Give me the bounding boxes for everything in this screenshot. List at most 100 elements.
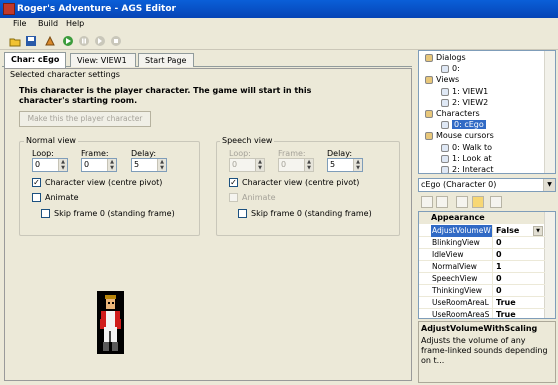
- speech-skip-frame-checkbox[interactable]: [238, 209, 247, 218]
- tree-item[interactable]: 0: cEgo: [452, 120, 486, 130]
- property-description-text: Adjusts the volume of any frame-linked s…: [421, 336, 548, 365]
- player-character-text: This character is the player character. …: [19, 86, 312, 105]
- tree-item[interactable]: Characters: [436, 109, 480, 118]
- spin-arrows-icon[interactable]: ▲ ▼: [304, 159, 313, 171]
- tree-item[interactable]: 0:: [452, 64, 460, 73]
- speech-delay-input[interactable]: 5 ▲ ▼: [327, 158, 363, 172]
- tree-item[interactable]: 2: VIEW2: [452, 98, 488, 107]
- chevron-down-icon[interactable]: ▼: [543, 179, 555, 191]
- property-value[interactable]: 0: [494, 273, 544, 285]
- spin-arrows-icon[interactable]: ▲ ▼: [107, 159, 116, 171]
- property-row[interactable]: AdjustVolumeW False ▼: [419, 225, 545, 237]
- properties-icon[interactable]: [456, 196, 468, 208]
- property-row[interactable]: IdleView 0: [419, 249, 545, 261]
- property-grid: Appearance AdjustVolumeW False ▼ BlinkingVi…: [418, 211, 556, 319]
- property-value[interactable]: 0: [494, 285, 544, 297]
- menu-bar: File Build Help: [0, 18, 558, 32]
- make-player-button[interactable]: Make this the player character: [19, 111, 151, 127]
- normal-loop-label: Loop:: [32, 149, 54, 158]
- characters-icon: [425, 110, 433, 118]
- build-icon[interactable]: [44, 35, 56, 47]
- property-value[interactable]: True: [494, 297, 544, 309]
- property-row[interactable]: NormalView 1: [419, 261, 545, 273]
- property-value[interactable]: True: [494, 309, 544, 318]
- cursor-item-icon: [441, 154, 449, 163]
- pause-icon[interactable]: [78, 35, 90, 47]
- tree-item[interactable]: 0: Walk to: [452, 143, 492, 152]
- stop-icon[interactable]: [110, 35, 122, 47]
- normal-skip-frame-label: Skip frame 0 (standing frame): [54, 209, 175, 218]
- object-selector-combo[interactable]: cEgo (Character 0) ▼: [418, 178, 556, 192]
- speech-animate-checkbox[interactable]: [229, 193, 238, 202]
- speech-view-legend: Speech view: [220, 136, 275, 145]
- property-name: UseRoomAreaL: [431, 297, 493, 309]
- normal-character-view-checkbox[interactable]: ✓: [32, 178, 41, 187]
- spin-arrows-icon[interactable]: ▲ ▼: [353, 159, 362, 171]
- save-icon[interactable]: [25, 35, 37, 47]
- window-title: Roger's Adventure - AGS Editor: [17, 4, 176, 14]
- tree-item[interactable]: 2: Interact: [452, 165, 494, 173]
- character-sprite-preview: [97, 291, 124, 354]
- app-icon: [3, 3, 15, 15]
- tree-item[interactable]: Views: [436, 75, 459, 84]
- cursor-icon: [425, 132, 433, 141]
- property-grid-scrollbar[interactable]: [544, 212, 555, 318]
- categorized-view-icon[interactable]: [421, 196, 433, 208]
- speech-loop-label: Loop:: [229, 149, 251, 158]
- normal-loop-input[interactable]: 0 ▲ ▼: [32, 158, 68, 172]
- category-appearance[interactable]: Appearance: [419, 212, 555, 224]
- normal-skip-frame-checkbox[interactable]: [41, 209, 50, 218]
- project-tree: Dialogs 0: Views 1: VIEW1 2: VIEW2 Characters…: [418, 50, 556, 174]
- property-row[interactable]: SpeechView 0: [419, 273, 545, 285]
- spin-arrows-icon[interactable]: ▲ ▼: [255, 159, 264, 171]
- property-name: UseRoomAreaS: [431, 309, 493, 318]
- speech-loop-input[interactable]: 0 ▲ ▼: [229, 158, 265, 172]
- normal-frame-label: Frame:: [81, 149, 109, 158]
- tree-item[interactable]: Dialogs: [436, 53, 466, 62]
- property-row[interactable]: UseRoomAreaL True: [419, 297, 545, 309]
- normal-animate-checkbox[interactable]: [32, 193, 41, 202]
- open-icon[interactable]: [9, 35, 21, 47]
- normal-delay-input[interactable]: 5 ▲ ▼: [131, 158, 167, 172]
- tree-item[interactable]: 1: VIEW1: [452, 87, 488, 96]
- speech-skip-frame-label: Skip frame 0 (standing frame): [251, 209, 372, 218]
- property-row[interactable]: UseRoomAreaS True: [419, 309, 545, 318]
- menu-build[interactable]: Build: [38, 19, 58, 28]
- tree-scrollbar[interactable]: [544, 51, 555, 173]
- tree-item[interactable]: Mouse cursors: [436, 131, 494, 140]
- alphabetical-sort-icon[interactable]: [436, 196, 448, 208]
- property-value[interactable]: 0: [494, 249, 544, 261]
- property-value[interactable]: 1: [494, 261, 544, 273]
- menu-file[interactable]: File: [13, 19, 26, 28]
- normal-view-legend: Normal view: [24, 136, 78, 145]
- speech-frame-input[interactable]: 0 ▲ ▼: [278, 158, 314, 172]
- spin-arrows-icon[interactable]: ▲ ▼: [157, 159, 166, 171]
- property-row[interactable]: ThinkingView 0: [419, 285, 545, 297]
- normal-frame-input[interactable]: 0 ▲ ▼: [81, 158, 117, 172]
- spin-arrows-icon[interactable]: ▲ ▼: [58, 159, 67, 171]
- run-icon[interactable]: [62, 35, 74, 47]
- normal-character-view-label: Character view (centre pivot): [45, 178, 163, 187]
- view-item-icon: [441, 98, 449, 107]
- events-icon[interactable]: [472, 196, 484, 208]
- property-name: IdleView: [431, 249, 493, 261]
- view-item-icon: [441, 87, 449, 96]
- speech-frame-label: Frame:: [278, 149, 306, 158]
- dialog-item-icon: [441, 65, 449, 74]
- property-row[interactable]: BlinkingView 0: [419, 237, 545, 249]
- tab-char-cego[interactable]: Char: cEgo: [4, 52, 67, 68]
- property-pages-icon[interactable]: [490, 196, 502, 208]
- speech-character-view-checkbox[interactable]: ✓: [229, 178, 238, 187]
- settings-group-title: Selected character settings: [10, 70, 120, 79]
- dialog-icon: [425, 54, 433, 62]
- property-value[interactable]: 0: [494, 237, 544, 249]
- tab-view-view1[interactable]: View: VIEW1: [70, 53, 136, 67]
- menu-help[interactable]: Help: [66, 19, 84, 28]
- views-icon: [425, 76, 433, 85]
- tree-item[interactable]: 1: Look at: [452, 154, 492, 163]
- speech-animate-label: Animate: [242, 193, 276, 202]
- document-tabs: Char: cEgo View: VIEW1 Start Page: [2, 52, 412, 68]
- step-icon[interactable]: [94, 35, 106, 47]
- chevron-down-icon[interactable]: ▼: [533, 226, 543, 236]
- tab-start-page[interactable]: Start Page: [138, 53, 194, 67]
